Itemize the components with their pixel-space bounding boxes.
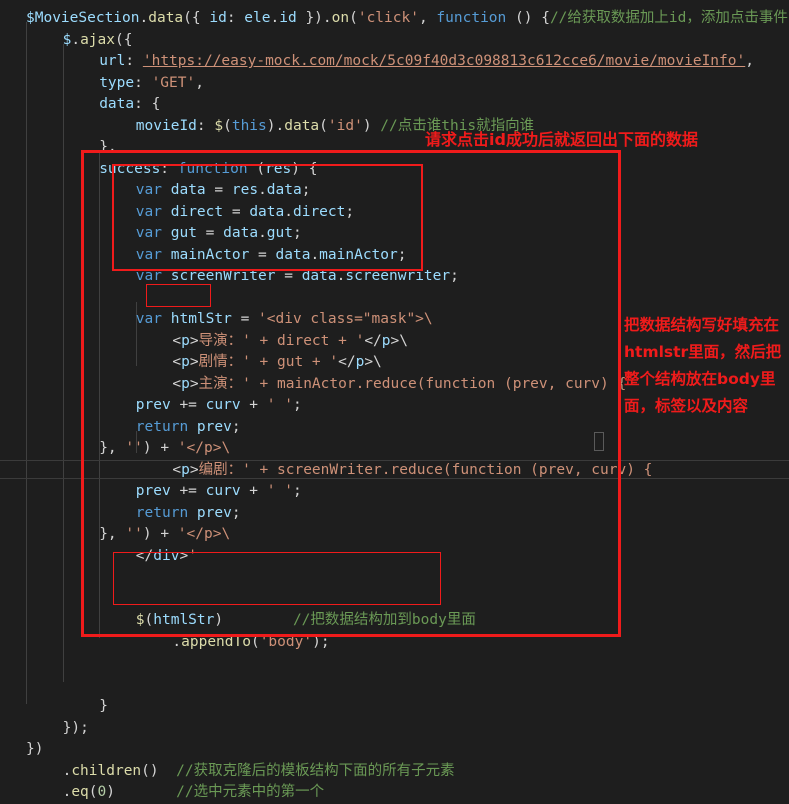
code-line[interactable] bbox=[0, 653, 789, 675]
code-editor[interactable]: $MovieSection.data({ id: ele.id }).on('c… bbox=[0, 0, 789, 800]
code-line[interactable]: var data = res.data; bbox=[0, 180, 789, 202]
code-line[interactable]: $.ajax({ bbox=[0, 30, 789, 52]
code-line[interactable]: data: { bbox=[0, 94, 789, 116]
code-line[interactable]: <p>编剧：' + screenWriter.reduce(function (… bbox=[0, 459, 789, 479]
code-line[interactable]: </div>' bbox=[0, 546, 789, 568]
code-line[interactable]: var direct = data.direct; bbox=[0, 202, 789, 224]
code-line[interactable]: .children() //获取克隆后的模板结构下面的所有子元素 bbox=[0, 761, 789, 783]
top-annotation-note: 请求点击id成功后就返回出下面的数据 bbox=[425, 130, 698, 149]
code-line[interactable]: $MovieSection.data({ id: ele.id }).on('c… bbox=[0, 8, 789, 30]
code-line[interactable]: return prev; bbox=[0, 503, 789, 525]
code-line[interactable]: $(htmlStr) //把数据结构加到body里面 bbox=[0, 610, 789, 632]
code-line[interactable]: var gut = data.gut; bbox=[0, 223, 789, 245]
code-line[interactable]: var screenWriter = data.screenwriter; bbox=[0, 266, 789, 288]
code-line[interactable] bbox=[0, 589, 789, 611]
code-line[interactable]: }) bbox=[0, 739, 789, 761]
code-line[interactable]: }, '') + '</p>\ bbox=[0, 438, 789, 460]
code-line[interactable] bbox=[0, 675, 789, 697]
code-line[interactable]: }, '') + '</p>\ bbox=[0, 524, 789, 546]
code-line[interactable]: .appendTo('body'); bbox=[0, 632, 789, 654]
code-line[interactable]: .eq(0) //选中元素中的第一个 bbox=[0, 782, 789, 804]
side-annotation-note: 把数据结构写好填充在htmlstr里面，然后把整个结构放在body里面，标签以及… bbox=[624, 316, 782, 415]
code-line[interactable]: }); bbox=[0, 718, 789, 740]
code-line[interactable]: var mainActor = data.mainActor; bbox=[0, 245, 789, 267]
code-line[interactable]: success: function (res) { bbox=[0, 159, 789, 181]
code-line[interactable] bbox=[0, 288, 789, 310]
code-line[interactable]: } bbox=[0, 696, 789, 718]
code-line[interactable]: prev += curv + ' '; bbox=[0, 481, 789, 503]
code-line[interactable]: type: 'GET', bbox=[0, 73, 789, 95]
code-line[interactable]: url: 'https://easy-mock.com/mock/5c09f40… bbox=[0, 51, 789, 73]
bracket-match-highlight bbox=[594, 432, 604, 451]
code-line[interactable] bbox=[0, 567, 789, 589]
